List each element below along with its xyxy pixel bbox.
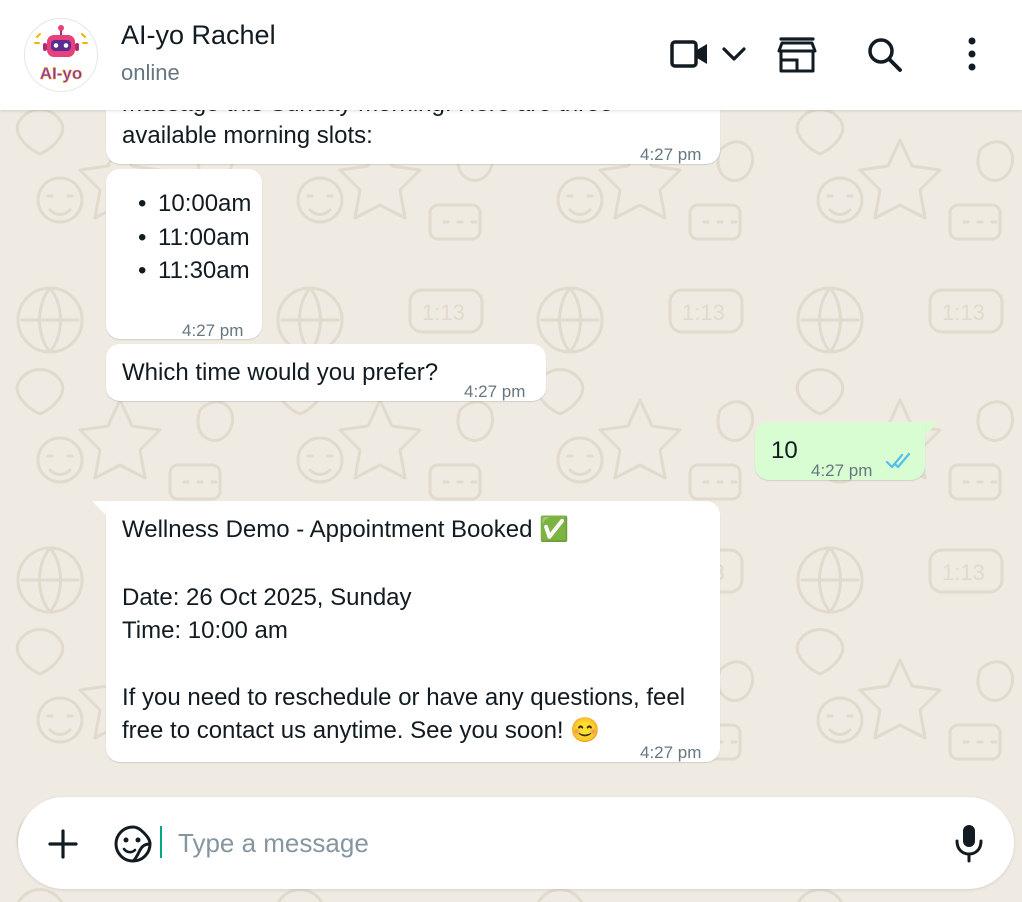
appointment-title: Wellness Demo - Appointment Booked ✅: [122, 516, 569, 543]
avatar-logo-text: AI-yo: [40, 64, 83, 83]
message-timestamp: 4:27 pm: [640, 145, 702, 164]
contact-status: online: [121, 60, 180, 85]
plus-icon[interactable]: [46, 827, 80, 861]
appointment-note-line: free to contact us anytime. See you soon…: [122, 717, 601, 744]
chat-header: AI-yo AI-yo Rachel online: [0, 0, 1022, 110]
microphone-icon[interactable]: [954, 823, 984, 863]
message-bubble-incoming[interactable]: • 10:00am • 11:00am • 11:30am 4:27 pm: [106, 169, 262, 340]
message-bubble-incoming[interactable]: Wellness Demo - Appointment Booked ✅ Dat…: [106, 501, 720, 762]
message-text-line: available morning slots:: [122, 122, 373, 149]
message-timestamp: 4:27 pm: [182, 321, 244, 340]
chevron-down-icon[interactable]: [720, 44, 748, 64]
message-composer: [18, 797, 1014, 889]
sticker-icon[interactable]: [113, 824, 153, 864]
message-input[interactable]: [178, 821, 938, 865]
message-text: 10: [771, 437, 798, 464]
read-ticks-icon: [885, 452, 911, 469]
robot-logo-icon: AI-yo: [34, 25, 88, 83]
contact-name[interactable]: AI-yo Rachel: [121, 20, 276, 51]
store-icon[interactable]: [776, 36, 818, 74]
message-timestamp: 4:27 pm: [811, 461, 873, 480]
message-timestamp: 4:27 pm: [464, 382, 526, 401]
text-cursor: [160, 826, 162, 858]
list-item: • 11:30am: [138, 257, 250, 284]
slot-time: 11:00am: [158, 223, 250, 251]
slot-time: 11:30am: [158, 257, 250, 284]
chat-area[interactable]: massage this Sunday morning. Here are th…: [0, 0, 1022, 902]
list-item: • 11:00am: [138, 223, 250, 251]
appointment-date: Date: 26 Oct 2025, Sunday: [122, 584, 412, 611]
appointment-note-line: If you need to reschedule or have any qu…: [122, 684, 686, 711]
message-text: Which time would you prefer?: [122, 359, 439, 386]
video-call-icon[interactable]: [670, 38, 710, 70]
avatar[interactable]: AI-yo: [24, 18, 98, 92]
appointment-time: Time: 10:00 am: [122, 617, 288, 644]
more-vertical-icon[interactable]: [960, 36, 984, 74]
message-timestamp: 4:27 pm: [640, 743, 702, 762]
message-bubble-incoming[interactable]: Which time would you prefer? 4:27 pm: [106, 344, 546, 401]
slot-list: • 10:00am • 11:00am • 11:30am: [138, 187, 251, 288]
slot-time: 10:00am: [158, 190, 252, 217]
list-item: • 10:00am: [138, 190, 252, 217]
search-icon[interactable]: [866, 36, 904, 74]
message-bubble-outgoing[interactable]: 10 4:27 pm: [755, 422, 925, 480]
